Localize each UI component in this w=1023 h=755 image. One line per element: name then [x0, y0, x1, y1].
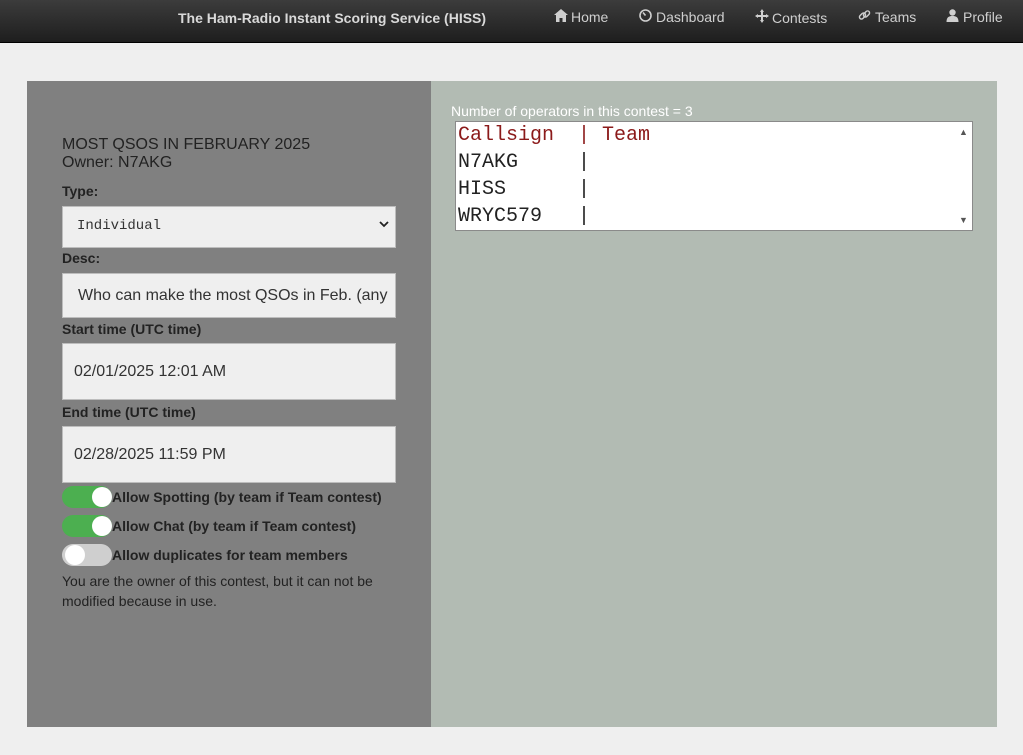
spotting-toggle[interactable]: [62, 486, 112, 508]
listbox-scrollbar[interactable]: ▲ ▼: [956, 122, 972, 230]
operators-listbox[interactable]: Callsign | Team N7AKG | HISS | WRYC579 |…: [455, 121, 973, 231]
toggle-row-chat: Allow Chat (by team if Team contest): [62, 515, 356, 537]
link-icon: [857, 9, 872, 25]
duplicates-toggle[interactable]: [62, 544, 112, 566]
contest-details-panel: MOST QSOS IN FEBRUARY 2025 Owner: N7AKG …: [27, 81, 431, 727]
chevron-down-icon: [379, 220, 389, 232]
operators-panel: Number of operators in this contest = 3 …: [431, 81, 997, 727]
list-item[interactable]: N7AKG |: [458, 149, 590, 176]
nav-dashboard[interactable]: Dashboard: [638, 9, 725, 25]
nav-contests-label: Contests: [772, 9, 828, 26]
end-time-label: End time (UTC time): [62, 404, 196, 420]
contests-icon: [754, 9, 769, 26]
list-item[interactable]: HISS |: [458, 176, 590, 203]
contest-owner: Owner: N7AKG: [62, 154, 173, 171]
nav-home[interactable]: Home: [553, 9, 608, 25]
brand-title[interactable]: The Ham-Radio Instant Scoring Service (H…: [178, 10, 486, 26]
nav-contests[interactable]: Contests: [754, 9, 827, 26]
nav-dashboard-label: Dashboard: [656, 9, 725, 25]
toggle-row-spotting: Allow Spotting (by team if Team contest): [62, 486, 382, 508]
home-icon: [553, 9, 568, 25]
desc-input[interactable]: Who can make the most QSOs in Feb. (any: [62, 273, 396, 318]
top-navbar: The Ham-Radio Instant Scoring Service (H…: [0, 0, 1023, 43]
desc-label: Desc:: [62, 250, 101, 266]
contest-title: MOST QSOS IN FEBRUARY 2025: [62, 136, 311, 153]
list-item[interactable]: WRYC579 |: [458, 203, 590, 230]
list-header-row: Callsign | Team: [458, 124, 651, 147]
toggle-row-duplicates: Allow duplicates for team members: [62, 544, 348, 566]
scroll-down-icon[interactable]: ▼: [959, 215, 968, 225]
duplicates-toggle-label: Allow duplicates for team members: [112, 547, 348, 563]
operator-count: Number of operators in this contest = 3: [451, 103, 693, 119]
type-select[interactable]: Individual: [62, 206, 396, 248]
type-select-value: Individual: [77, 218, 162, 234]
owner-note: You are the owner of this contest, but i…: [62, 573, 373, 609]
scroll-up-icon[interactable]: ▲: [959, 127, 968, 137]
nav-teams[interactable]: Teams: [857, 9, 916, 25]
end-time-input[interactable]: 02/28/2025 11:59 PM: [62, 426, 396, 483]
dashboard-icon: [638, 9, 653, 25]
start-time-input[interactable]: 02/01/2025 12:01 AM: [62, 343, 396, 400]
type-label: Type:: [62, 183, 99, 199]
chat-toggle[interactable]: [62, 515, 112, 537]
spotting-toggle-label: Allow Spotting (by team if Team contest): [112, 489, 382, 505]
nav-teams-label: Teams: [875, 9, 917, 25]
start-time-label: Start time (UTC time): [62, 321, 202, 337]
nav-home-label: Home: [571, 9, 609, 25]
nav-profile-label: Profile: [963, 9, 1003, 25]
chat-toggle-label: Allow Chat (by team if Team contest): [112, 518, 356, 534]
user-icon: [945, 9, 960, 25]
nav-profile[interactable]: Profile: [945, 9, 1003, 25]
